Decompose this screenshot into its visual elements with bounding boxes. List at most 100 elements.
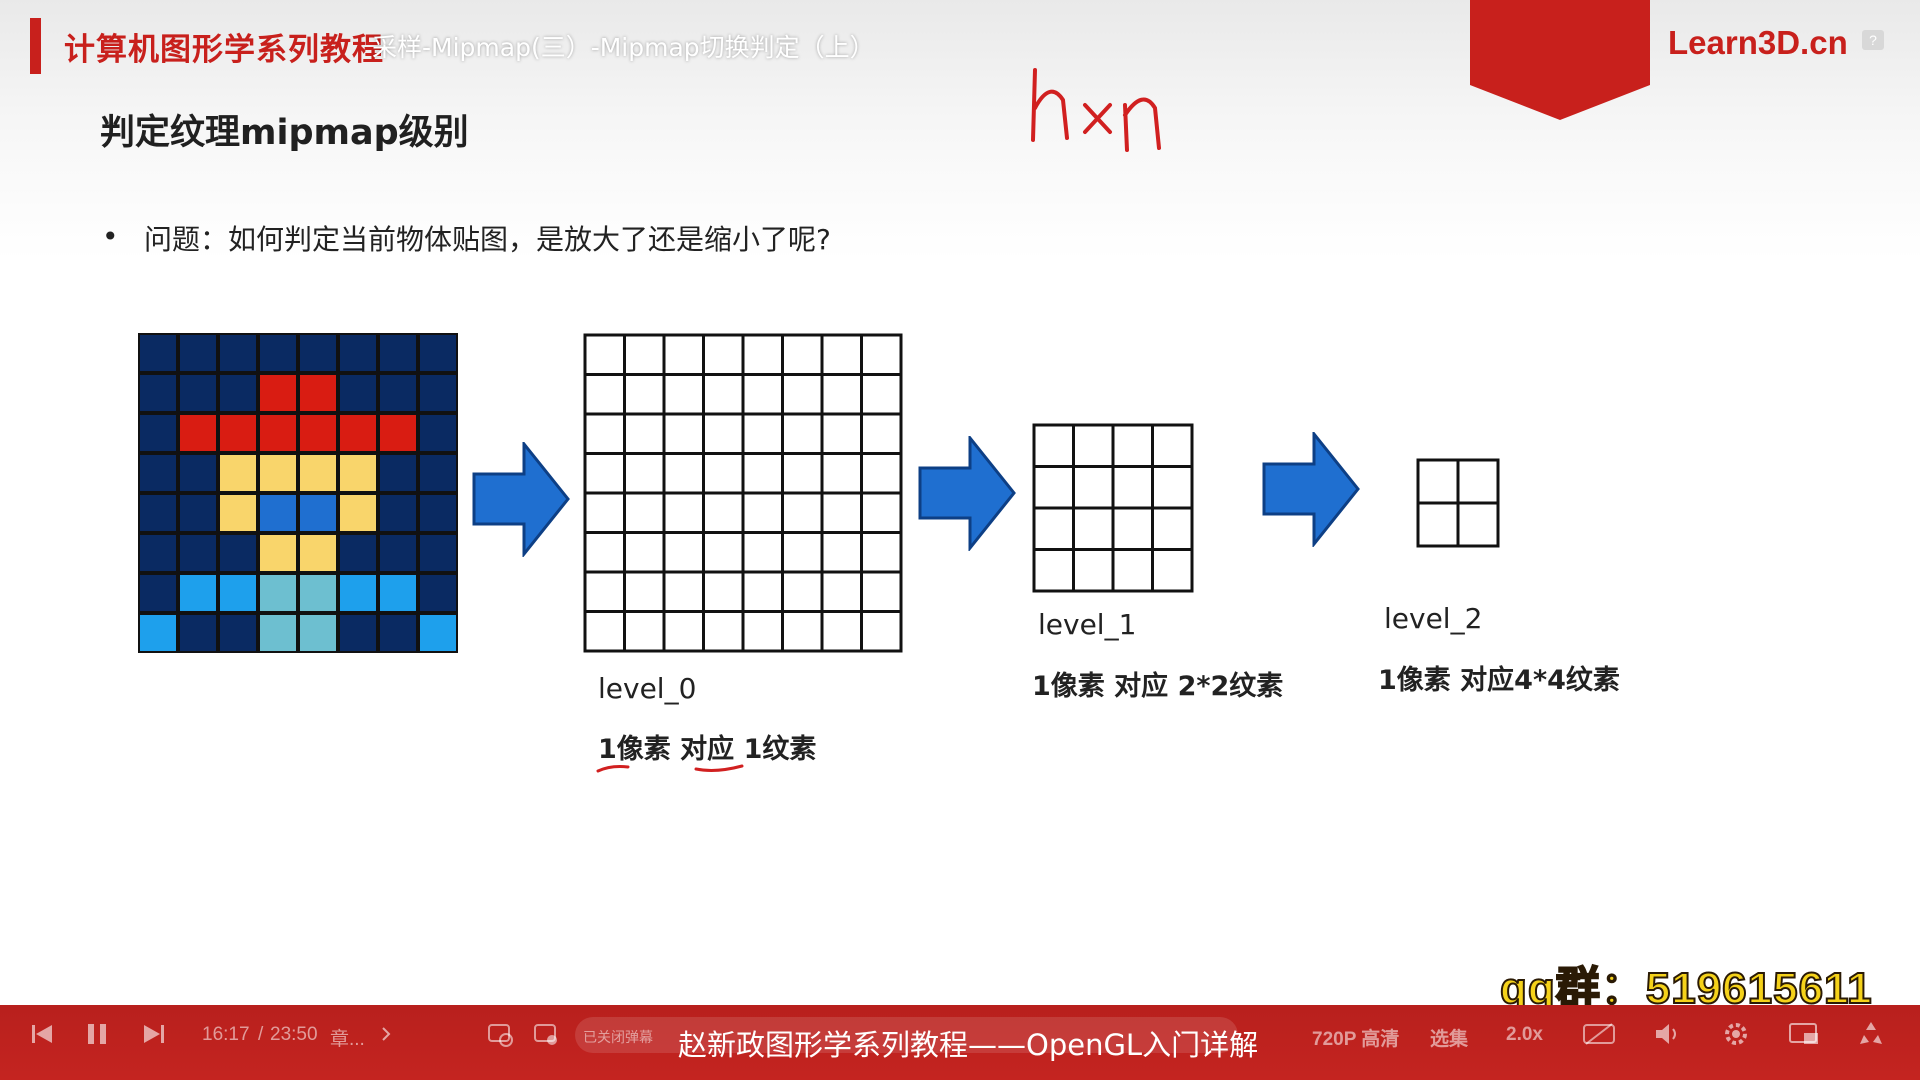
settings-gear-icon[interactable]	[1722, 1020, 1750, 1048]
grid-cell	[662, 570, 705, 613]
texel	[380, 535, 416, 571]
texel	[380, 575, 416, 611]
texel	[220, 575, 256, 611]
grid-cell	[1032, 548, 1075, 593]
texel	[180, 375, 216, 411]
texel	[340, 455, 376, 491]
grid-cell	[1111, 548, 1154, 593]
texel	[140, 575, 176, 611]
handwriting-annotation	[1031, 68, 1161, 152]
grid-cell	[860, 333, 903, 376]
subtitle-text: 赵新政图形学系列教程——OpenGL入门详解	[678, 1028, 1259, 1062]
next-icon[interactable]	[142, 1023, 166, 1045]
video-title: 采样-Mipmap(三）-Mipmap切换判定（上）	[372, 33, 875, 62]
texel	[220, 335, 256, 371]
pause-icon[interactable]	[86, 1022, 108, 1046]
danmaku-toggle-icon[interactable]	[486, 1020, 514, 1048]
grid-cell	[741, 610, 784, 653]
grid-cell	[583, 610, 626, 653]
texel	[300, 495, 336, 531]
grid-cell	[1032, 423, 1075, 468]
texel	[340, 415, 376, 451]
grid-cell	[741, 373, 784, 416]
texel	[220, 535, 256, 571]
grid-cell	[1032, 465, 1075, 510]
bullet-dot: •	[102, 220, 119, 253]
texel	[260, 615, 296, 651]
texel	[300, 455, 336, 491]
grid-cell	[702, 610, 745, 653]
texel	[180, 535, 216, 571]
grid-cell	[1072, 423, 1115, 468]
fullscreen-icon[interactable]	[1856, 1020, 1886, 1048]
texel	[380, 495, 416, 531]
course-title: 计算机图形学系列教程	[64, 32, 384, 68]
texel	[340, 575, 376, 611]
danmaku-settings-icon[interactable]	[532, 1020, 560, 1048]
time-total: 23:50	[270, 1024, 318, 1045]
chapter-button[interactable]: 章...	[330, 1024, 365, 1051]
help-icon[interactable]: ?	[1862, 30, 1884, 50]
grid-cell	[583, 570, 626, 613]
grid-cell	[781, 452, 824, 495]
texel	[140, 335, 176, 371]
texel	[260, 415, 296, 451]
grid-cell	[583, 412, 626, 455]
texel	[140, 615, 176, 651]
arrow-right-icon	[918, 436, 1016, 551]
texel	[340, 615, 376, 651]
texel	[300, 415, 336, 451]
texel	[420, 495, 456, 531]
grid-cell	[1416, 458, 1460, 505]
grid-cell	[623, 491, 666, 534]
texel	[300, 575, 336, 611]
episodes-button[interactable]: 选集	[1430, 1024, 1468, 1051]
grid-cell	[781, 610, 824, 653]
picture-in-picture-icon[interactable]	[1788, 1021, 1820, 1047]
texel	[260, 375, 296, 411]
slide-heading: 判定纹理mipmap级别	[100, 113, 469, 153]
grid-cell	[1072, 465, 1115, 510]
bullet-question: 问题：如何判定当前物体贴图，是放大了还是缩小了呢?	[144, 223, 831, 256]
grid-cell	[1111, 423, 1154, 468]
grid-cell	[1456, 458, 1500, 505]
subtitle-off-icon[interactable]	[1582, 1022, 1616, 1046]
grid-cell	[1072, 506, 1115, 551]
quality-button[interactable]: 720P 高清	[1312, 1024, 1399, 1051]
texel	[420, 535, 456, 571]
texel	[260, 495, 296, 531]
grid-cell	[820, 610, 863, 653]
texel	[340, 535, 376, 571]
grid-cell	[702, 412, 745, 455]
grid-cell	[702, 373, 745, 416]
texel	[260, 455, 296, 491]
texel	[300, 335, 336, 371]
grid-cell	[741, 333, 784, 376]
grid-cell	[820, 491, 863, 534]
grid-cell	[1111, 506, 1154, 551]
grid-cell	[1111, 465, 1154, 510]
grid-cell	[741, 570, 784, 613]
texel	[140, 415, 176, 451]
arrow-right-icon	[472, 442, 570, 557]
texel	[420, 335, 456, 371]
previous-icon[interactable]	[30, 1023, 54, 1045]
title-accent-bar	[30, 18, 41, 74]
texel	[140, 495, 176, 531]
grid-cell	[741, 452, 784, 495]
speed-button[interactable]: 2.0x	[1506, 1024, 1543, 1046]
grid-cell	[781, 570, 824, 613]
texel	[180, 335, 216, 371]
level-1-desc: 1像素 对应 2*2纹素	[1032, 671, 1284, 702]
texel	[340, 495, 376, 531]
level-2-grid	[1416, 458, 1500, 548]
texel	[340, 335, 376, 371]
texel	[180, 575, 216, 611]
grid-cell	[623, 412, 666, 455]
texel	[140, 455, 176, 491]
texel	[180, 495, 216, 531]
volume-icon[interactable]	[1654, 1021, 1684, 1047]
grid-cell	[662, 610, 705, 653]
texture-image	[138, 333, 458, 653]
chevron-right-icon[interactable]	[380, 1026, 392, 1042]
